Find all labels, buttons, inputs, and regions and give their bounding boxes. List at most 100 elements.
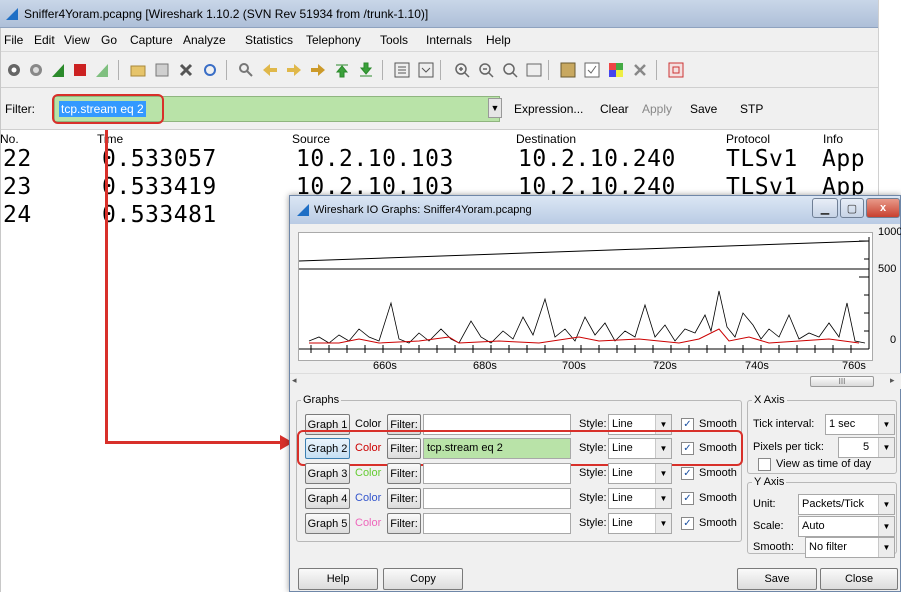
save-button[interactable]: Save xyxy=(737,568,817,590)
graph-5-filter-input[interactable] xyxy=(423,513,571,534)
packet-row-time[interactable]: 0.533057 xyxy=(102,146,217,172)
graph-4-smooth-checkbox[interactable]: ✓ xyxy=(681,492,694,505)
graph-4-filter-input[interactable] xyxy=(423,488,571,509)
column-source[interactable]: Source xyxy=(292,132,330,146)
packet-row-no[interactable]: 22 xyxy=(3,146,32,172)
y-unit-select[interactable]: Packets/Tick ▼ xyxy=(798,494,895,515)
zoom-in-icon[interactable] xyxy=(452,60,472,80)
packet-row-destination[interactable]: 10.2.10.240 xyxy=(518,146,676,172)
graph-3-style-select[interactable]: Line ▼ xyxy=(608,463,672,484)
graph-4-color-label[interactable]: Color xyxy=(355,492,381,504)
capture-filters-icon[interactable] xyxy=(558,60,578,80)
y-axis-group-label: Y Axis xyxy=(754,476,785,488)
help-button[interactable]: Help xyxy=(298,568,378,590)
packet-row-source[interactable]: 10.2.10.103 xyxy=(296,146,454,172)
save-file-icon[interactable] xyxy=(152,60,172,80)
graph-5-color-label[interactable]: Color xyxy=(355,517,381,529)
colorize-icon[interactable] xyxy=(392,60,412,80)
go-to-packet-icon[interactable] xyxy=(308,60,328,80)
menu-help[interactable]: Help xyxy=(486,33,511,47)
menu-go[interactable]: Go xyxy=(101,33,117,47)
io-graph-plot[interactable] xyxy=(298,232,873,361)
menu-internals[interactable]: Internals xyxy=(426,33,472,47)
close-window-button[interactable]: x xyxy=(866,198,900,218)
find-packet-icon[interactable] xyxy=(236,60,256,80)
column-time[interactable]: Time xyxy=(97,132,123,146)
maximize-button[interactable]: ▢ xyxy=(840,198,864,218)
menu-edit[interactable]: Edit xyxy=(34,33,55,47)
packet-row-info[interactable]: App xyxy=(822,146,865,172)
resize-columns-icon[interactable] xyxy=(524,60,544,80)
graph-3-smooth-checkbox[interactable]: ✓ xyxy=(681,467,694,480)
graph-1-color-label[interactable]: Color xyxy=(355,418,381,430)
column-protocol[interactable]: Protocol xyxy=(726,132,770,146)
options-icon[interactable] xyxy=(26,60,46,80)
minimize-button[interactable]: ▁ xyxy=(812,198,838,218)
packet-row-time[interactable]: 0.533419 xyxy=(102,174,217,200)
open-file-icon[interactable] xyxy=(128,60,148,80)
clear-button[interactable]: Clear xyxy=(600,102,629,116)
graphs-group-label: Graphs xyxy=(303,394,340,406)
toolbar-separator xyxy=(440,60,441,80)
menu-telephony[interactable]: Telephony xyxy=(306,33,361,47)
column-no[interactable]: No. xyxy=(0,132,19,146)
graph-5-style-select[interactable]: Line ▼ xyxy=(608,513,672,534)
save-filter-button[interactable]: Save xyxy=(690,102,717,116)
menu-tools[interactable]: Tools xyxy=(380,33,408,47)
graph-4-filter-button[interactable]: Filter: xyxy=(387,488,421,509)
chevron-down-icon: ▼ xyxy=(878,517,894,536)
reload-icon[interactable] xyxy=(200,60,220,80)
pixels-per-tick-select[interactable]: 5 ▼ xyxy=(838,437,895,458)
display-filters-icon[interactable] xyxy=(582,60,602,80)
time-of-day-checkbox[interactable] xyxy=(758,458,771,471)
graph-5-filter-button[interactable]: Filter: xyxy=(387,513,421,534)
graph-4-button[interactable]: Graph 4 xyxy=(305,488,350,509)
close-file-icon[interactable] xyxy=(176,60,196,80)
scroll-right-icon[interactable]: ▸ xyxy=(890,375,895,386)
tick-interval-select[interactable]: 1 sec ▼ xyxy=(825,414,895,435)
column-info[interactable]: Info xyxy=(823,132,843,146)
scroll-left-icon[interactable]: ◂ xyxy=(292,375,297,386)
coloring-rules-icon[interactable] xyxy=(606,60,626,80)
go-back-icon[interactable] xyxy=(260,60,280,80)
go-forward-icon[interactable] xyxy=(284,60,304,80)
go-first-packet-icon[interactable] xyxy=(332,60,352,80)
close-button[interactable]: Close xyxy=(820,568,898,590)
graph-5-button[interactable]: Graph 5 xyxy=(305,513,350,534)
go-last-packet-icon[interactable] xyxy=(356,60,376,80)
interfaces-icon[interactable] xyxy=(4,60,24,80)
filter-dropdown-arrow[interactable]: ▼ xyxy=(488,98,502,118)
restart-capture-icon[interactable] xyxy=(92,60,112,80)
preferences-icon[interactable] xyxy=(630,60,650,80)
graph-3-filter-input[interactable] xyxy=(423,463,571,484)
graph-3-filter-button[interactable]: Filter: xyxy=(387,463,421,484)
menu-file[interactable]: File xyxy=(4,33,23,47)
y-scale-select[interactable]: Auto ▼ xyxy=(798,516,895,537)
graph-3-color-label[interactable]: Color xyxy=(355,467,381,479)
menu-statistics[interactable]: Statistics xyxy=(245,33,293,47)
horizontal-scrollbar[interactable]: ◂ III ▸ xyxy=(290,373,901,389)
copy-button[interactable]: Copy xyxy=(383,568,463,590)
help-icon[interactable] xyxy=(666,60,686,80)
normal-size-icon[interactable] xyxy=(500,60,520,80)
packet-row-protocol[interactable]: TLSv1 xyxy=(726,146,798,172)
menu-capture[interactable]: Capture xyxy=(130,33,173,47)
packet-row-no[interactable]: 24 xyxy=(3,202,32,228)
zoom-out-icon[interactable] xyxy=(476,60,496,80)
expression-button[interactable]: Expression... xyxy=(514,102,583,116)
apply-button[interactable]: Apply xyxy=(642,102,672,116)
menu-analyze[interactable]: Analyze xyxy=(183,33,226,47)
stop-capture-icon[interactable] xyxy=(70,60,90,80)
graph-5-smooth-checkbox[interactable]: ✓ xyxy=(681,517,694,530)
y-smooth-select[interactable]: No filter ▼ xyxy=(805,537,895,558)
menu-view[interactable]: View xyxy=(64,33,90,47)
start-capture-icon[interactable] xyxy=(48,60,68,80)
stp-button[interactable]: STP xyxy=(740,102,763,116)
graph-4-style-select[interactable]: Line ▼ xyxy=(608,488,672,509)
auto-scroll-icon[interactable] xyxy=(416,60,436,80)
scroll-thumb[interactable]: III xyxy=(810,376,874,387)
column-destination[interactable]: Destination xyxy=(516,132,576,146)
packet-row-time[interactable]: 0.533481 xyxy=(102,202,217,228)
graph-3-button[interactable]: Graph 3 xyxy=(305,463,350,484)
packet-row-no[interactable]: 23 xyxy=(3,174,32,200)
